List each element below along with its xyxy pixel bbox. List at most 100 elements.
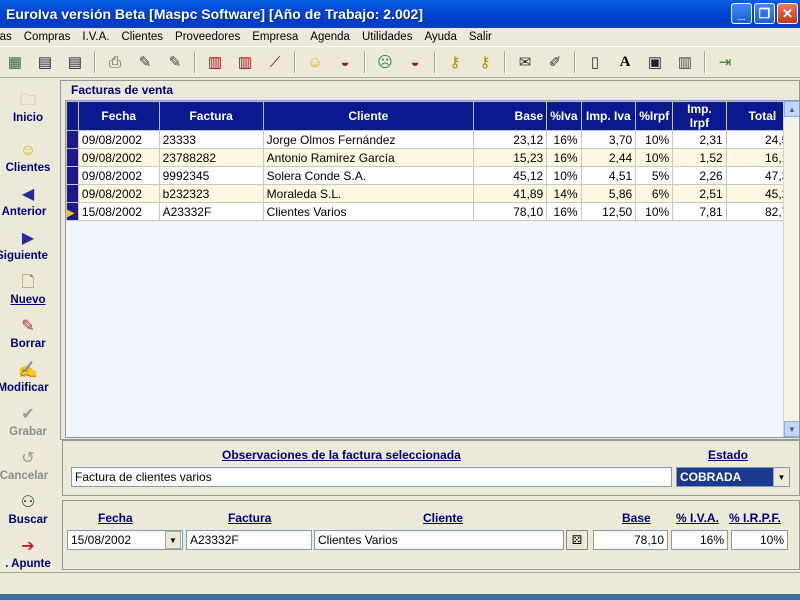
cell-factura[interactable]: 9992345 — [158, 166, 264, 185]
cell-imp-irpf[interactable]: 1,52 — [672, 148, 727, 167]
estado-select[interactable]: COBRADA ▼ — [676, 467, 790, 487]
cell-fecha[interactable]: 09/08/2002 — [77, 148, 160, 167]
cell-imp-irpf[interactable]: 2,31 — [672, 130, 727, 149]
column-header[interactable]: Imp. Iva — [580, 101, 637, 131]
menu-proveedores[interactable]: Proveedores — [169, 31, 246, 43]
cell-iva-pct[interactable]: 10% — [546, 166, 582, 185]
menu-empresa[interactable]: Empresa — [246, 31, 304, 43]
sidebar-inicio-button[interactable]: 🗀 Inicio — [0, 90, 56, 134]
cliente-field[interactable]: Clientes Varios — [314, 530, 564, 550]
menu-iva[interactable]: I.V.A. — [76, 31, 115, 43]
base-field[interactable]: 78,10 — [593, 530, 668, 550]
menu-agenda[interactable]: Agenda — [304, 31, 356, 43]
cell-factura[interactable]: A23332F — [158, 202, 264, 221]
mail-icon[interactable]: ✉ — [513, 50, 537, 74]
table-row-current[interactable]: ▶ 15/08/2002 A23332F Clientes Varios 78,… — [66, 202, 799, 221]
cell-factura[interactable]: b232323 — [158, 184, 264, 203]
table-icon[interactable]: ▤ — [33, 50, 57, 74]
sidebar-borrar-button[interactable]: ✎ Borrar — [0, 316, 56, 360]
bar-chart-icon[interactable]: ▥ — [233, 50, 257, 74]
key-icon[interactable]: ⚷ — [473, 50, 497, 74]
sidebar-nuevo-button[interactable]: 🗋 Nuevo — [0, 272, 56, 316]
irpf-field[interactable]: 10% — [731, 530, 788, 550]
cell-imp-iva[interactable]: 2,44 — [580, 148, 637, 167]
close-button[interactable]: ✕ — [777, 3, 798, 24]
line-chart-icon[interactable]: ⟋ — [263, 50, 287, 74]
notes-icon[interactable]: ✎ — [163, 50, 187, 74]
menu-salir[interactable]: Salir — [463, 31, 498, 43]
cell-cliente[interactable]: Clientes Varios — [262, 202, 475, 221]
cell-cliente[interactable]: Antonio Ramirez García — [262, 148, 475, 167]
exit-icon[interactable]: ⇥ — [713, 50, 737, 74]
cell-iva-pct[interactable]: 16% — [546, 148, 582, 167]
cell-cliente[interactable]: Solera Conde S.A. — [262, 166, 475, 185]
cell-factura[interactable]: 23333 — [158, 130, 264, 149]
sidebar-cancelar-button[interactable]: ↺ Cancelar — [0, 448, 56, 492]
menu-utilidades[interactable]: Utilidades — [356, 31, 419, 43]
stamp-icon[interactable]: ◒ — [403, 50, 427, 74]
menu-ventas[interactable]: ntas — [0, 31, 18, 43]
column-header[interactable]: Base — [473, 101, 548, 131]
cell-cliente[interactable]: Moraleda S.L. — [262, 184, 475, 203]
cell-irpf-pct[interactable]: 10% — [635, 148, 674, 167]
cell-iva-pct[interactable]: 16% — [546, 130, 582, 149]
sidebar-grabar-button[interactable]: ✔ Grabar — [0, 404, 56, 448]
scroll-up-icon[interactable]: ▲ — [784, 101, 799, 117]
calculator-icon[interactable]: ▥ — [673, 50, 697, 74]
table-icon[interactable]: ▤ — [63, 50, 87, 74]
table-row[interactable]: 09/08/2002 b232323 Moraleda S.L. 41,89 1… — [66, 184, 799, 203]
worksheet-icon[interactable]: ▦ — [3, 50, 27, 74]
stamp-icon[interactable]: ◒ — [333, 50, 357, 74]
cell-imp-irpf[interactable]: 7,81 — [672, 202, 727, 221]
observations-field[interactable]: Factura de clientes varios — [71, 467, 672, 487]
column-header[interactable]: %Iva — [546, 101, 582, 131]
menu-compras[interactable]: Compras — [18, 31, 77, 43]
cell-imp-irpf[interactable]: 2,51 — [672, 184, 727, 203]
row-selector[interactable] — [66, 184, 79, 203]
cell-fecha[interactable]: 09/08/2002 — [77, 166, 160, 185]
maximize-button[interactable]: ❐ — [754, 3, 775, 24]
sidebar-clientes-button[interactable]: ☺ Clientes — [0, 140, 56, 184]
key-icon[interactable]: ⚷ — [443, 50, 467, 74]
chevron-down-icon[interactable]: ▼ — [773, 468, 789, 486]
save-icon[interactable]: ▣ — [643, 50, 667, 74]
chevron-down-icon[interactable]: ▼ — [165, 531, 181, 549]
column-header[interactable]: Imp. Irpf — [672, 101, 727, 131]
cell-imp-iva[interactable]: 4,51 — [580, 166, 637, 185]
cell-base[interactable]: 15,23 — [473, 148, 548, 167]
cell-imp-iva[interactable]: 3,70 — [580, 130, 637, 149]
sidebar-buscar-button[interactable]: ⚇ Buscar — [0, 492, 56, 536]
cell-irpf-pct[interactable]: 5% — [635, 166, 674, 185]
font-icon[interactable]: A — [613, 50, 637, 74]
table-row[interactable]: 09/08/2002 9992345 Solera Conde S.A. 45,… — [66, 166, 799, 185]
table-row[interactable]: 09/08/2002 23788282 Antonio Ramirez Garc… — [66, 148, 799, 167]
cell-irpf-pct[interactable]: 6% — [635, 184, 674, 203]
sidebar-siguiente-button[interactable]: ▶ Siguiente — [0, 228, 56, 272]
client-lookup-icon[interactable]: ⚄ — [566, 530, 588, 550]
cell-base[interactable]: 45,12 — [473, 166, 548, 185]
cell-base[interactable]: 41,89 — [473, 184, 548, 203]
menu-clientes[interactable]: Clientes — [115, 31, 169, 43]
print-icon[interactable]: ⎙ — [103, 50, 127, 74]
sad-face-icon[interactable]: ☹ — [373, 50, 397, 74]
cell-iva-pct[interactable]: 14% — [546, 184, 582, 203]
cell-fecha[interactable]: 09/08/2002 — [77, 184, 160, 203]
minimize-button[interactable]: _ — [731, 3, 752, 24]
cell-irpf-pct[interactable]: 10% — [635, 202, 674, 221]
cell-iva-pct[interactable]: 16% — [546, 202, 582, 221]
row-selector[interactable]: ▶ — [66, 202, 79, 221]
cell-base[interactable]: 23,12 — [473, 130, 548, 149]
sidebar-modificar-button[interactable]: ✍ Modificar — [0, 360, 56, 404]
sidebar-anterior-button[interactable]: ◀ Anterior — [0, 184, 56, 228]
column-header[interactable]: Factura — [158, 101, 264, 131]
cell-cliente[interactable]: Jorge Olmos Fernández — [262, 130, 475, 149]
document-icon[interactable]: ▯ — [583, 50, 607, 74]
row-selector[interactable] — [66, 148, 79, 167]
column-header[interactable]: Fecha — [77, 101, 160, 131]
iva-field[interactable]: 16% — [671, 530, 728, 550]
row-selector[interactable] — [66, 130, 79, 149]
cell-imp-irpf[interactable]: 2,26 — [672, 166, 727, 185]
column-header[interactable]: %Irpf — [635, 101, 674, 131]
factura-field[interactable]: A23332F — [186, 530, 312, 550]
cell-imp-iva[interactable]: 12,50 — [580, 202, 637, 221]
